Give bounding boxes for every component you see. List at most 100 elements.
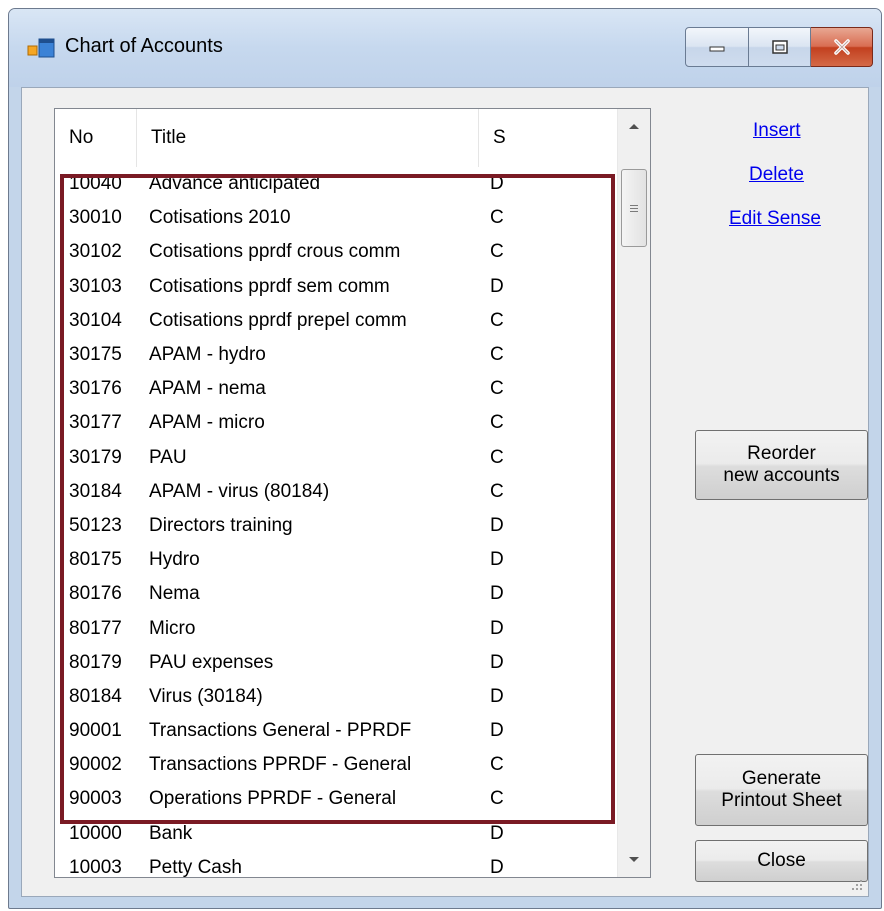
cell-no: 80184 bbox=[69, 685, 122, 707]
close-icon bbox=[833, 39, 850, 55]
column-header-s[interactable]: S bbox=[479, 109, 619, 167]
generate-button-label-line1: Generate bbox=[741, 768, 822, 789]
accounts-list[interactable]: No Title S 10040 Advance anticipated D 300… bbox=[54, 108, 651, 878]
cell-title: Transactions General - PPRDF bbox=[149, 720, 412, 742]
column-header-title[interactable]: Title bbox=[137, 109, 479, 167]
table-row[interactable]: 10000 Bank D bbox=[55, 817, 619, 851]
cell-no: 30176 bbox=[69, 378, 122, 400]
cell-title: APAM - virus (80184) bbox=[149, 480, 330, 502]
cell-sense: D bbox=[490, 822, 504, 844]
table-row[interactable]: 90001 Transactions General - PPRDF D bbox=[55, 714, 619, 748]
generate-printout-sheet-button[interactable]: Generate Printout Sheet bbox=[695, 754, 868, 826]
cell-sense: D bbox=[490, 275, 504, 297]
cell-sense: D bbox=[490, 856, 504, 878]
reorder-new-accounts-button[interactable]: Reorder new accounts bbox=[695, 430, 868, 500]
cell-title: Bank bbox=[149, 822, 193, 844]
insert-link[interactable]: Insert bbox=[753, 120, 801, 142]
cell-sense: C bbox=[490, 344, 504, 366]
cell-no: 80179 bbox=[69, 651, 122, 673]
cell-sense: D bbox=[490, 720, 504, 742]
scroll-thumb[interactable] bbox=[621, 169, 647, 247]
table-row[interactable]: 50123 Directors training D bbox=[55, 509, 619, 543]
table-row[interactable]: 80179 PAU expenses D bbox=[55, 646, 619, 680]
cell-no: 30010 bbox=[69, 207, 122, 229]
cell-sense: D bbox=[490, 549, 504, 571]
cell-sense: D bbox=[490, 651, 504, 673]
app-icon bbox=[27, 38, 55, 58]
cell-no: 30102 bbox=[69, 241, 122, 263]
edit-sense-link[interactable]: Edit Sense bbox=[729, 208, 821, 230]
cell-no: 90001 bbox=[69, 720, 122, 742]
cell-sense: C bbox=[490, 241, 504, 263]
scroll-down-button[interactable] bbox=[618, 843, 650, 877]
cell-title: Transactions PPRDF - General bbox=[149, 754, 412, 776]
table-row[interactable]: 30177 APAM - micro C bbox=[55, 406, 619, 440]
window-title: Chart of Accounts bbox=[65, 35, 223, 57]
cell-title: Advance anticipated bbox=[149, 173, 321, 195]
scroll-up-arrow-icon bbox=[629, 124, 639, 129]
cell-no: 80175 bbox=[69, 549, 122, 571]
cell-title: Hydro bbox=[149, 549, 200, 571]
table-row[interactable]: 80184 Virus (30184) D bbox=[55, 680, 619, 714]
generate-button-label-line2: Printout Sheet bbox=[721, 790, 842, 811]
table-row[interactable]: 30176 APAM - nema C bbox=[55, 372, 619, 406]
table-row[interactable]: 30010 Cotisations 2010 C bbox=[55, 201, 619, 235]
close-window-button[interactable] bbox=[811, 27, 873, 67]
cell-title: Petty Cash bbox=[149, 856, 242, 878]
cell-title: APAM - nema bbox=[149, 378, 266, 400]
resize-grip-icon[interactable] bbox=[850, 878, 864, 892]
cell-no: 30103 bbox=[69, 275, 122, 297]
title-bar[interactable]: Chart of Accounts bbox=[9, 9, 881, 87]
list-header: No Title S bbox=[55, 109, 619, 167]
table-row[interactable]: 10003 Petty Cash D bbox=[55, 851, 619, 878]
cell-sense: C bbox=[490, 754, 504, 776]
table-row[interactable]: 30104 Cotisations pprdf prepel comm C bbox=[55, 304, 619, 338]
cell-sense: C bbox=[490, 378, 504, 400]
cell-sense: D bbox=[490, 173, 504, 195]
table-row[interactable]: 30102 Cotisations pprdf crous comm C bbox=[55, 235, 619, 269]
maximize-icon bbox=[771, 40, 788, 54]
cell-sense: D bbox=[490, 685, 504, 707]
cell-no: 30175 bbox=[69, 344, 122, 366]
cell-title: Nema bbox=[149, 583, 200, 605]
table-row[interactable]: 30175 APAM - hydro C bbox=[55, 338, 619, 372]
reorder-button-label-line1: Reorder bbox=[747, 443, 816, 464]
minimize-icon bbox=[709, 46, 725, 52]
cell-no: 90003 bbox=[69, 788, 122, 810]
vertical-scrollbar[interactable] bbox=[617, 109, 650, 877]
cell-title: APAM - micro bbox=[149, 412, 265, 434]
table-row[interactable]: 80177 Micro D bbox=[55, 611, 619, 645]
table-row[interactable]: 30179 PAU C bbox=[55, 441, 619, 475]
table-row[interactable]: 90002 Transactions PPRDF - General C bbox=[55, 748, 619, 782]
cell-title: PAU expenses bbox=[149, 651, 274, 673]
chart-of-accounts-window: Chart of Accounts No Title S 10040 Advan… bbox=[8, 8, 882, 909]
table-row[interactable]: 30184 APAM - virus (80184) C bbox=[55, 475, 619, 509]
cell-sense: C bbox=[490, 788, 504, 810]
column-header-no[interactable]: No bbox=[55, 109, 137, 167]
cell-no: 30104 bbox=[69, 309, 122, 331]
table-row[interactable]: 80175 Hydro D bbox=[55, 543, 619, 577]
close-button[interactable]: Close bbox=[695, 840, 868, 882]
cell-no: 30179 bbox=[69, 446, 122, 468]
cell-no: 80177 bbox=[69, 617, 122, 639]
table-row[interactable]: 80176 Nema D bbox=[55, 577, 619, 611]
table-row[interactable]: 10040 Advance anticipated D bbox=[55, 167, 619, 201]
cell-title: APAM - hydro bbox=[149, 344, 266, 366]
cell-sense: D bbox=[490, 583, 504, 605]
cell-no: 10040 bbox=[69, 173, 122, 195]
delete-link[interactable]: Delete bbox=[749, 164, 804, 186]
scroll-up-button[interactable] bbox=[618, 109, 650, 143]
cell-sense: D bbox=[490, 514, 504, 536]
minimize-button[interactable] bbox=[685, 27, 749, 67]
cell-title: Micro bbox=[149, 617, 196, 639]
table-row[interactable]: 30103 Cotisations pprdf sem comm D bbox=[55, 270, 619, 304]
cell-sense: C bbox=[490, 309, 504, 331]
maximize-button[interactable] bbox=[749, 27, 811, 67]
table-row[interactable]: 90003 Operations PPRDF - General C bbox=[55, 782, 619, 816]
cell-no: 30184 bbox=[69, 480, 122, 502]
cell-no: 10000 bbox=[69, 822, 122, 844]
cell-sense: C bbox=[490, 412, 504, 434]
cell-title: Cotisations 2010 bbox=[149, 207, 291, 229]
grip-icon bbox=[630, 204, 638, 212]
cell-title: Cotisations pprdf sem comm bbox=[149, 275, 390, 297]
